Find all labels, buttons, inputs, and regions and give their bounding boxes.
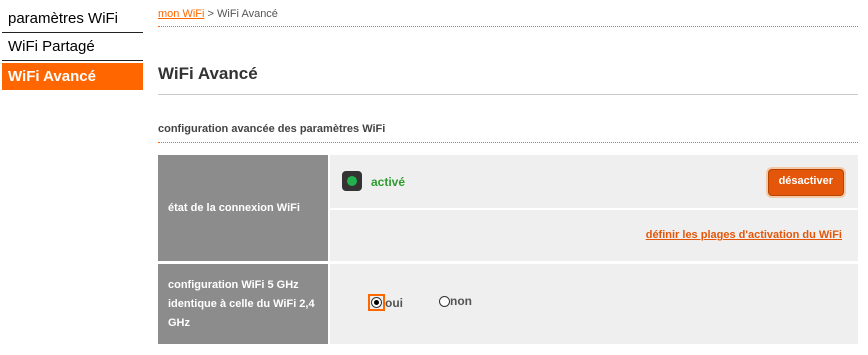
radio-non-option[interactable]: non: [439, 294, 472, 308]
radio-non[interactable]: [439, 295, 450, 307]
green-dot-icon: [342, 171, 362, 191]
section-divider: [158, 142, 858, 143]
breadcrumb-separator: >: [204, 8, 217, 20]
config-5ghz-label: configuration WiFi 5 GHz identique à cel…: [158, 264, 328, 344]
radio-oui[interactable]: [371, 297, 382, 308]
breadcrumb: mon WiFi > WiFi Avancé: [158, 8, 278, 20]
section-title: configuration avancée des paramètres WiF…: [158, 123, 386, 135]
dotted-divider: [158, 26, 858, 27]
wifi-state-label: état de la connexion WiFi: [158, 155, 328, 261]
radio-oui-label: oui: [385, 295, 403, 310]
title-divider: [158, 94, 858, 95]
breadcrumb-current: WiFi Avancé: [217, 8, 278, 20]
activation-schedule-link[interactable]: définir les plages d'activation du WiFi: [646, 229, 842, 241]
breadcrumb-link-mon-wifi[interactable]: mon WiFi: [158, 8, 204, 20]
wifi-state-value: activé désactiver: [330, 155, 858, 208]
deactivate-button[interactable]: désactiver: [767, 169, 844, 196]
sidebar-item-parametres-wifi[interactable]: paramètres WiFi: [2, 5, 143, 33]
radio-non-label: non: [450, 294, 472, 308]
sidebar-item-wifi-avance[interactable]: WiFi Avancé: [2, 63, 143, 90]
sidebar-nav: paramètres WiFi WiFi Partagé WiFi Avancé: [2, 5, 143, 90]
wifi-schedule-row: définir les plages d'activation du WiFi: [330, 210, 858, 261]
wifi-status-text: activé: [371, 175, 406, 189]
config-5ghz-value: oui non: [330, 264, 858, 344]
radio-oui-option[interactable]: oui: [368, 294, 403, 311]
page-title: WiFi Avancé: [158, 64, 258, 83]
sidebar-item-wifi-partage[interactable]: WiFi Partagé: [2, 33, 143, 61]
radio-focus-ring: [368, 294, 385, 311]
